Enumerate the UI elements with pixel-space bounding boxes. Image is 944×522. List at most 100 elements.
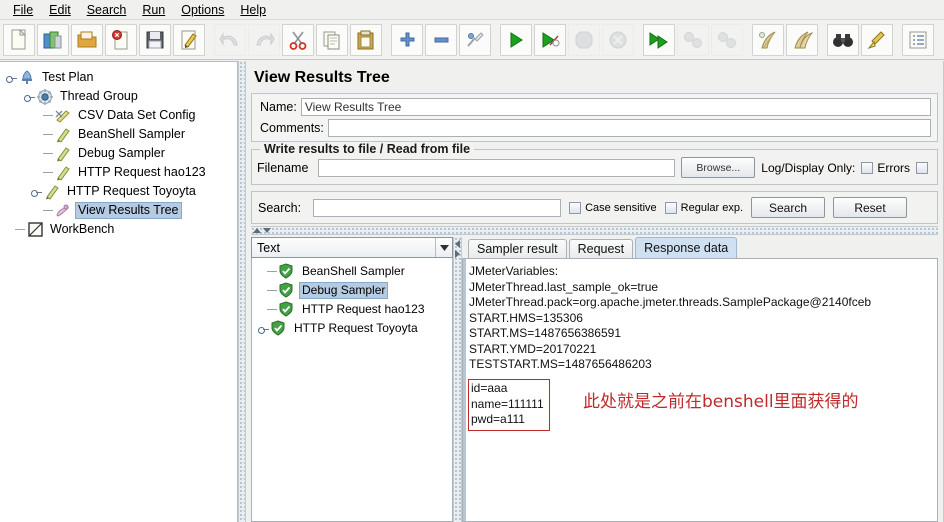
tree-node-thread-group[interactable]: Thread Group bbox=[6, 87, 237, 106]
collapse-left-icon[interactable] bbox=[455, 240, 460, 248]
search-reset-button[interactable] bbox=[861, 23, 893, 56]
tree-node-debug-sampler[interactable]: Debug Sampler bbox=[6, 144, 237, 163]
comments-input[interactable] bbox=[327, 118, 931, 137]
clear-all-button[interactable] bbox=[786, 23, 818, 56]
new-button[interactable] bbox=[3, 23, 35, 56]
save-as-icon bbox=[179, 29, 199, 51]
test-plan-icon bbox=[18, 69, 36, 86]
tree-node-view-results-tree[interactable]: View Results Tree bbox=[6, 201, 237, 220]
toolbar-separator bbox=[819, 24, 826, 56]
collapse-all-button[interactable] bbox=[425, 23, 457, 56]
result-tabs: Sampler result Request Response data bbox=[462, 237, 938, 258]
chevron-down-icon[interactable] bbox=[435, 238, 452, 257]
menu-edit[interactable]: Edit bbox=[42, 1, 78, 19]
close-button[interactable] bbox=[105, 23, 137, 56]
response-data-view[interactable]: JMeterVariables: JMeterThread.last_sampl… bbox=[462, 258, 938, 522]
menu-file[interactable]: File bbox=[6, 1, 40, 19]
tree-elbow bbox=[14, 220, 26, 239]
remote-stop-all-button[interactable] bbox=[677, 23, 709, 56]
menu-help[interactable]: Help bbox=[233, 1, 273, 19]
menu-run-label: Run bbox=[142, 2, 166, 17]
search-button[interactable] bbox=[827, 23, 859, 56]
redo-button[interactable] bbox=[248, 23, 280, 56]
tab-sampler-result[interactable]: Sampler result bbox=[468, 239, 567, 258]
results-split-divider[interactable] bbox=[453, 237, 462, 522]
response-line: TESTSTART.MS=1487656486203 bbox=[469, 357, 652, 371]
csv-data-set-icon bbox=[54, 107, 72, 124]
success-shield-icon bbox=[278, 282, 296, 299]
comments-row: Comments: bbox=[252, 117, 937, 138]
search-bar: Search: Case sensitive Regular exp. Sear… bbox=[251, 191, 938, 224]
successes-checkbox[interactable] bbox=[916, 161, 932, 174]
expand-handle-icon[interactable] bbox=[31, 186, 42, 197]
horizontal-split-divider[interactable] bbox=[251, 226, 938, 235]
filename-input[interactable] bbox=[318, 158, 676, 177]
tree-node-http-request-hao123[interactable]: HTTP Request hao123 bbox=[6, 163, 237, 182]
search-input[interactable] bbox=[313, 198, 562, 217]
name-input[interactable]: View Results Tree bbox=[300, 97, 931, 116]
collapse-right-icon[interactable] bbox=[455, 250, 460, 258]
shutdown-button[interactable] bbox=[602, 23, 634, 56]
templates-button[interactable] bbox=[37, 23, 69, 56]
remote-shutdown-all-button[interactable] bbox=[711, 23, 743, 56]
vertical-split-divider[interactable] bbox=[238, 61, 246, 522]
tree-node-http-request-toyoyta[interactable]: HTTP Request Toyoyta bbox=[6, 182, 237, 201]
search-submit-button[interactable]: Search bbox=[751, 197, 826, 218]
save-button[interactable] bbox=[139, 23, 171, 56]
checkbox-box-icon[interactable] bbox=[916, 161, 928, 174]
toggle-button[interactable] bbox=[459, 23, 491, 56]
tab-request[interactable]: Request bbox=[568, 239, 634, 258]
menu-run[interactable]: Run bbox=[135, 1, 172, 19]
tree-node-workbench[interactable]: WorkBench bbox=[6, 220, 237, 239]
result-node-http-request-toyoyta[interactable]: HTTP Request Toyoyta bbox=[256, 319, 452, 338]
expand-handle-icon[interactable] bbox=[258, 323, 269, 334]
browse-button[interactable]: Browse... bbox=[681, 157, 756, 178]
collapse-down-icon[interactable] bbox=[263, 228, 271, 233]
undo-button[interactable] bbox=[214, 23, 246, 56]
checkbox-box-icon[interactable] bbox=[861, 161, 874, 174]
paste-button[interactable] bbox=[350, 23, 382, 56]
tree-node-test-plan[interactable]: Test Plan bbox=[6, 68, 237, 87]
highlight-line: pwd=a111 bbox=[471, 412, 525, 426]
result-node-beanshell-sampler[interactable]: BeanShell Sampler bbox=[256, 262, 452, 281]
expand-handle-icon[interactable] bbox=[24, 91, 35, 102]
tree-node-beanshell-sampler[interactable]: BeanShell Sampler bbox=[6, 125, 237, 144]
expand-all-button[interactable] bbox=[391, 23, 423, 56]
stop-button[interactable] bbox=[568, 23, 600, 56]
result-node-http-request-hao123[interactable]: HTTP Request hao123 bbox=[256, 300, 452, 319]
tab-response-data[interactable]: Response data bbox=[635, 237, 738, 258]
clear-button[interactable] bbox=[752, 23, 784, 56]
tree-node-label: WorkBench bbox=[50, 222, 115, 236]
open-button[interactable] bbox=[71, 23, 103, 56]
menu-options[interactable]: Options bbox=[174, 1, 231, 19]
tree-elbow bbox=[266, 281, 278, 300]
checkbox-box-icon[interactable] bbox=[664, 201, 677, 214]
start-no-pauses-button[interactable] bbox=[534, 23, 566, 56]
cut-button[interactable] bbox=[282, 23, 314, 56]
log-display-only-label: Log/Display Only: bbox=[761, 160, 856, 175]
tree-node-csv-data-set-config[interactable]: CSV Data Set Config bbox=[6, 106, 237, 125]
errors-label: Errors bbox=[877, 160, 910, 175]
collapse-up-icon[interactable] bbox=[253, 228, 261, 233]
result-node-debug-sampler[interactable]: Debug Sampler bbox=[256, 281, 452, 300]
copy-button[interactable] bbox=[316, 23, 348, 56]
function-helper-button[interactable] bbox=[902, 23, 934, 56]
search-label: Search: bbox=[258, 200, 302, 215]
toolbar-separator bbox=[383, 24, 390, 56]
search-reset-button[interactable]: Reset bbox=[833, 197, 908, 218]
sampler-icon bbox=[54, 145, 72, 162]
start-button[interactable] bbox=[500, 23, 532, 56]
checkbox-box-icon[interactable] bbox=[569, 201, 582, 214]
close-icon bbox=[111, 29, 131, 51]
start-no-pauses-icon bbox=[540, 31, 560, 49]
remote-start-all-button[interactable] bbox=[643, 23, 675, 56]
save-as-button[interactable] bbox=[173, 23, 205, 56]
errors-checkbox[interactable]: Errors bbox=[861, 161, 910, 175]
regular-exp-checkbox[interactable]: Regular exp. bbox=[664, 201, 743, 214]
menu-search[interactable]: Search bbox=[80, 1, 134, 19]
tree-elbow bbox=[42, 144, 54, 163]
expand-handle-icon[interactable] bbox=[6, 72, 17, 83]
case-sensitive-checkbox[interactable]: Case sensitive bbox=[569, 201, 657, 214]
renderer-combo[interactable]: Text bbox=[251, 237, 453, 258]
remote-stop-all-icon bbox=[682, 31, 704, 49]
